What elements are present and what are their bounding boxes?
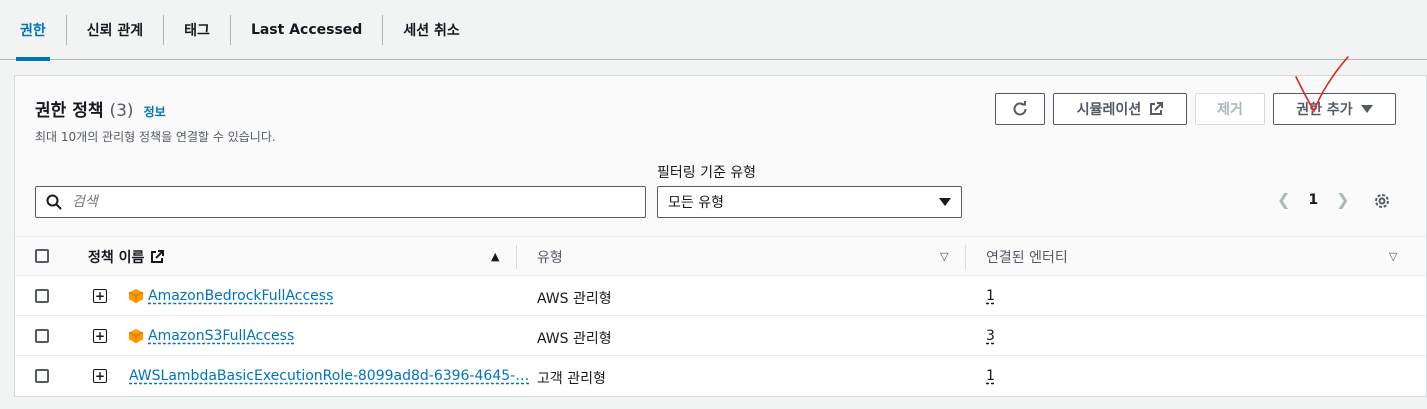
sort-icon[interactable]: ▽	[940, 250, 948, 263]
column-divider	[516, 245, 517, 269]
external-link-icon	[151, 250, 165, 263]
panel-title: 권한 정책 (3) 정보	[35, 96, 166, 121]
panel-description: 최대 10개의 관리형 정책을 연결할 수 있습니다.	[35, 130, 276, 144]
expand-icon[interactable]: +	[93, 369, 107, 383]
remove-button[interactable]: 제거	[1195, 93, 1265, 125]
sort-ascending-icon[interactable]: ▲	[491, 250, 499, 263]
simulation-label: 시뮬레이션	[1076, 102, 1142, 118]
pagination: ❮ 1 ❯	[1277, 190, 1350, 209]
column-header-type[interactable]: 유형	[537, 237, 563, 277]
caret-down-icon	[1360, 105, 1373, 113]
tab-bar: 권한 신뢰 관계 태그 Last Accessed 세션 취소	[0, 0, 1427, 61]
column-label: 유형	[537, 250, 563, 266]
search-input[interactable]	[72, 194, 612, 210]
policy-name-link[interactable]: AmazonBedrockFullAccess	[148, 288, 333, 304]
tab-label: 세션 취소	[403, 22, 460, 39]
info-link[interactable]: 정보	[144, 103, 166, 120]
title-text: 권한 정책	[35, 101, 104, 121]
simulation-button[interactable]: 시뮬레이션	[1053, 93, 1187, 125]
caret-down-icon	[939, 198, 951, 206]
search-icon	[46, 194, 62, 210]
policy-type: AWS 관리형	[537, 331, 612, 347]
remove-label: 제거	[1217, 102, 1243, 118]
policy-name-link[interactable]: AWSLambdaBasicExecutionRole-8099ad8d-639…	[129, 368, 529, 384]
table-row: + AmazonS3FullAccess AWS 관리형 3	[15, 316, 1426, 356]
expand-icon[interactable]: +	[93, 329, 107, 343]
column-header-policy-name[interactable]: 정책 이름	[88, 237, 165, 277]
filter-type-label: 필터링 기준 유형	[657, 165, 757, 181]
tab-label: 태그	[184, 22, 210, 39]
tab-revoke-sessions[interactable]: 세션 취소	[383, 0, 479, 60]
row-checkbox[interactable]	[35, 369, 49, 383]
attached-entities-count[interactable]: 1	[986, 368, 995, 384]
external-link-icon	[1150, 102, 1164, 115]
policy-type: AWS 관리형	[537, 291, 612, 307]
previous-page-icon[interactable]: ❮	[1277, 190, 1290, 209]
tab-label: 권한	[20, 22, 46, 39]
expand-icon[interactable]: +	[93, 289, 107, 303]
row-checkbox[interactable]	[35, 289, 49, 303]
tab-tags[interactable]: 태그	[164, 0, 230, 60]
settings-gear-icon[interactable]	[1373, 192, 1391, 210]
red-checkmark-annotation	[1295, 56, 1349, 113]
attached-entities-count[interactable]: 1	[986, 288, 995, 304]
refresh-icon	[1013, 101, 1027, 116]
policy-count: (3)	[109, 101, 134, 121]
column-label: 정책 이름	[88, 250, 145, 266]
policy-type: 고객 관리형	[537, 371, 606, 387]
permissions-policies-panel: 권한 정책 (3) 정보 최대 10개의 관리형 정책을 연결할 수 있습니다.…	[14, 75, 1427, 397]
select-all-checkbox[interactable]	[35, 249, 49, 263]
row-checkbox[interactable]	[35, 329, 49, 343]
policy-name-link[interactable]: AmazonS3FullAccess	[148, 328, 294, 344]
attached-entities-count[interactable]: 3	[986, 328, 995, 344]
aws-managed-icon	[128, 289, 144, 303]
table-row: + AmazonBedrockFullAccess AWS 관리형 1	[15, 276, 1426, 316]
filter-type-select[interactable]: 모든 유형	[657, 186, 962, 218]
search-box[interactable]	[35, 186, 646, 218]
filter-select-value: 모든 유형	[668, 195, 724, 211]
tab-label: 신뢰 관계	[86, 22, 144, 39]
tab-permissions[interactable]: 권한	[0, 0, 66, 61]
refresh-button[interactable]	[995, 93, 1045, 125]
sort-icon[interactable]: ▽	[1389, 250, 1397, 263]
table-header: 정책 이름 ▲ 유형 ▽ 연결된 엔터티 ▽	[15, 236, 1426, 276]
table-row: + AWSLambdaBasicExecutionRole-8099ad8d-6…	[15, 356, 1426, 396]
tab-trust-relationships[interactable]: 신뢰 관계	[67, 0, 163, 60]
next-page-icon[interactable]: ❯	[1336, 190, 1349, 209]
aws-managed-icon	[128, 329, 144, 343]
current-page[interactable]: 1	[1308, 192, 1318, 208]
column-divider	[965, 245, 966, 269]
column-label: 연결된 엔터티	[986, 250, 1068, 266]
tab-last-accessed[interactable]: Last Accessed	[231, 0, 382, 60]
column-header-attached-entities[interactable]: 연결된 엔터티	[986, 237, 1068, 277]
tab-label: Last Accessed	[250, 21, 363, 38]
